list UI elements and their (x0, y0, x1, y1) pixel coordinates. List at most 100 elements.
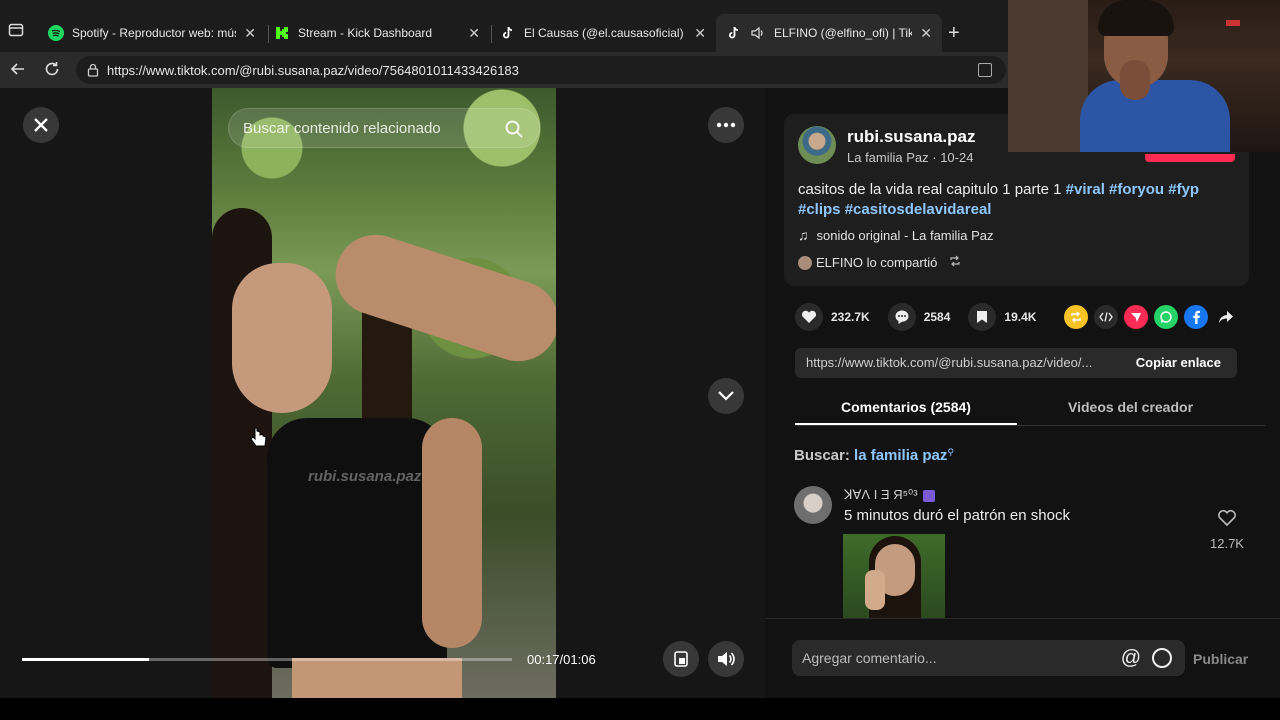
back-button[interactable] (8, 60, 28, 80)
spotify-icon (48, 25, 64, 41)
browser-tab-elfino[interactable]: ELFINO (@elfino_ofi) | TikTok ✕ (716, 14, 942, 52)
video-time: 00:17/01:06 (527, 652, 596, 667)
video-watermark: rubi.susana.paz (308, 468, 422, 485)
share-arrow-icon[interactable] (1214, 305, 1238, 329)
video-progress-bar[interactable] (22, 658, 512, 661)
save-button[interactable]: 19.4K (968, 303, 1036, 331)
volume-button[interactable] (708, 641, 744, 677)
copy-link-button[interactable]: Copiar enlace (1136, 355, 1221, 370)
comment-bubble-icon (887, 303, 916, 331)
comment-input[interactable]: Agregar comentario... @ (792, 640, 1185, 676)
app-available-icon[interactable] (978, 63, 992, 77)
url-text[interactable]: https://www.tiktok.com/@rubi.susana.paz/… (107, 63, 519, 78)
heart-outline-icon (1218, 509, 1236, 527)
post-caption: casitos de la vida real capitulo 1 parte… (798, 180, 1238, 220)
hashtag-link[interactable]: #foryou (1109, 181, 1164, 198)
repost-icon (949, 255, 961, 270)
like-count: 232.7K (831, 310, 870, 324)
shared-by-text: ELFINO lo compartió (816, 255, 938, 270)
tab-actions-icon[interactable] (8, 22, 28, 42)
browser-toolbar: https://www.tiktok.com/@rubi.susana.paz/… (0, 52, 1010, 88)
comment-image[interactable] (843, 534, 945, 618)
author-avatar[interactable] (798, 126, 836, 164)
webcam-content (1080, 80, 1230, 152)
next-video-button[interactable] (708, 378, 744, 414)
browser-tab-kick[interactable]: Stream - Kick Dashboard ✕ (264, 14, 490, 52)
volume-icon (718, 652, 735, 666)
share-link-text[interactable]: https://www.tiktok.com/@rubi.susana.paz/… (806, 355, 1111, 370)
video-content (422, 418, 482, 648)
more-options-button[interactable] (708, 107, 744, 143)
tab-title: Stream - Kick Dashboard (298, 26, 433, 40)
tab-title: El Causas (@el.causasoficial) | Tik (524, 26, 686, 40)
comment-like-button[interactable]: 12.7K (1207, 509, 1247, 551)
hashtag-link[interactable]: #clips (798, 201, 841, 218)
embed-code-icon[interactable] (1094, 305, 1118, 329)
music-link[interactable]: ♫ sonido original - La familia Paz (798, 227, 994, 243)
search-icon[interactable] (505, 120, 523, 138)
screen-bottom-edge (0, 698, 1280, 720)
video-content (292, 658, 462, 698)
follow-button[interactable] (1145, 154, 1235, 162)
close-tab-icon[interactable]: ✕ (468, 25, 480, 42)
close-tab-icon[interactable]: ✕ (920, 25, 932, 42)
shared-by: ELFINO lo compartió (798, 255, 961, 270)
chevron-down-icon (718, 391, 734, 401)
tiktok-icon (500, 25, 516, 41)
facebook-icon[interactable] (1184, 305, 1208, 329)
lock-icon (86, 63, 100, 77)
speaker-icon[interactable] (750, 25, 766, 41)
emoji-icon[interactable] (1152, 648, 1172, 668)
bookmark-icon (968, 303, 997, 331)
share-link-box: https://www.tiktok.com/@rubi.susana.paz/… (795, 348, 1237, 378)
close-tab-icon[interactable]: ✕ (694, 25, 706, 42)
related-search-placeholder: Buscar contenido relacionado (243, 120, 441, 137)
tab-comments[interactable]: Comentarios (2584) (841, 399, 971, 415)
repost-share-icon[interactable] (1064, 305, 1088, 329)
publish-button[interactable]: Publicar (1193, 651, 1248, 667)
address-bar[interactable]: https://www.tiktok.com/@rubi.susana.paz/… (76, 56, 1006, 84)
close-video-button[interactable] (23, 107, 59, 143)
comment-button[interactable]: 2584 (887, 303, 951, 331)
search-small-icon: ⚲ (947, 447, 954, 457)
commenter-avatar[interactable] (794, 486, 832, 524)
mention-icon[interactable]: @ (1121, 647, 1141, 670)
share-options (1064, 305, 1244, 329)
hashtag-link[interactable]: #casitosdelavidareal (845, 201, 992, 218)
sharer-avatar (798, 255, 812, 270)
panel-tabs: Comentarios (2584) Videos del creador (795, 390, 1265, 426)
floating-player-button[interactable] (663, 641, 699, 677)
video-frame[interactable]: rubi.susana.paz (212, 88, 556, 698)
related-search-input[interactable]: Buscar contenido relacionado (228, 108, 540, 148)
badge-icon (923, 489, 936, 502)
whatsapp-icon[interactable] (1154, 305, 1178, 329)
reload-button[interactable] (42, 60, 62, 80)
browser-tab-spotify[interactable]: Spotify - Reproductor web: músic ✕ (38, 14, 266, 52)
new-tab-button[interactable]: + (948, 22, 960, 45)
webcam-content (1008, 0, 1088, 152)
comment-count: 2584 (923, 310, 951, 324)
hashtag-link[interactable]: #fyp (1168, 181, 1199, 198)
search-suggestion-prefix: Buscar: (794, 447, 850, 464)
commenter-name-text: ꓘ∀Ʌ I Ǝ Я⁵⁰³ (844, 487, 918, 502)
commenter-name[interactable]: ꓘ∀Ʌ I Ǝ Я⁵⁰³ (844, 487, 936, 503)
heart-icon (795, 303, 823, 331)
save-count: 19.4K (1004, 310, 1037, 324)
close-tab-icon[interactable]: ✕ (244, 25, 256, 42)
like-button[interactable]: 232.7K (795, 303, 870, 331)
author-name[interactable]: rubi.susana.paz (847, 127, 975, 147)
back-arrow-icon (10, 63, 24, 75)
video-content (267, 418, 447, 668)
webcam-content (1226, 20, 1240, 26)
webcam-overlay (1008, 0, 1280, 152)
webcam-content (1098, 0, 1174, 36)
tiktok-icon (726, 25, 742, 41)
comment-text: 5 minutos duró el patrón en shock (844, 507, 1070, 524)
comment-like-count: 12.7K (1210, 536, 1244, 551)
search-suggestion[interactable]: Buscar: la familia paz⚲ (794, 447, 954, 464)
browser-tab-el-causas[interactable]: El Causas (@el.causasoficial) | Tik ✕ (490, 14, 716, 52)
send-friends-icon[interactable] (1124, 305, 1148, 329)
search-suggestion-query[interactable]: la familia paz (854, 447, 947, 464)
hashtag-link[interactable]: #viral (1066, 181, 1105, 198)
tab-creator-videos[interactable]: Videos del creador (1068, 399, 1193, 415)
